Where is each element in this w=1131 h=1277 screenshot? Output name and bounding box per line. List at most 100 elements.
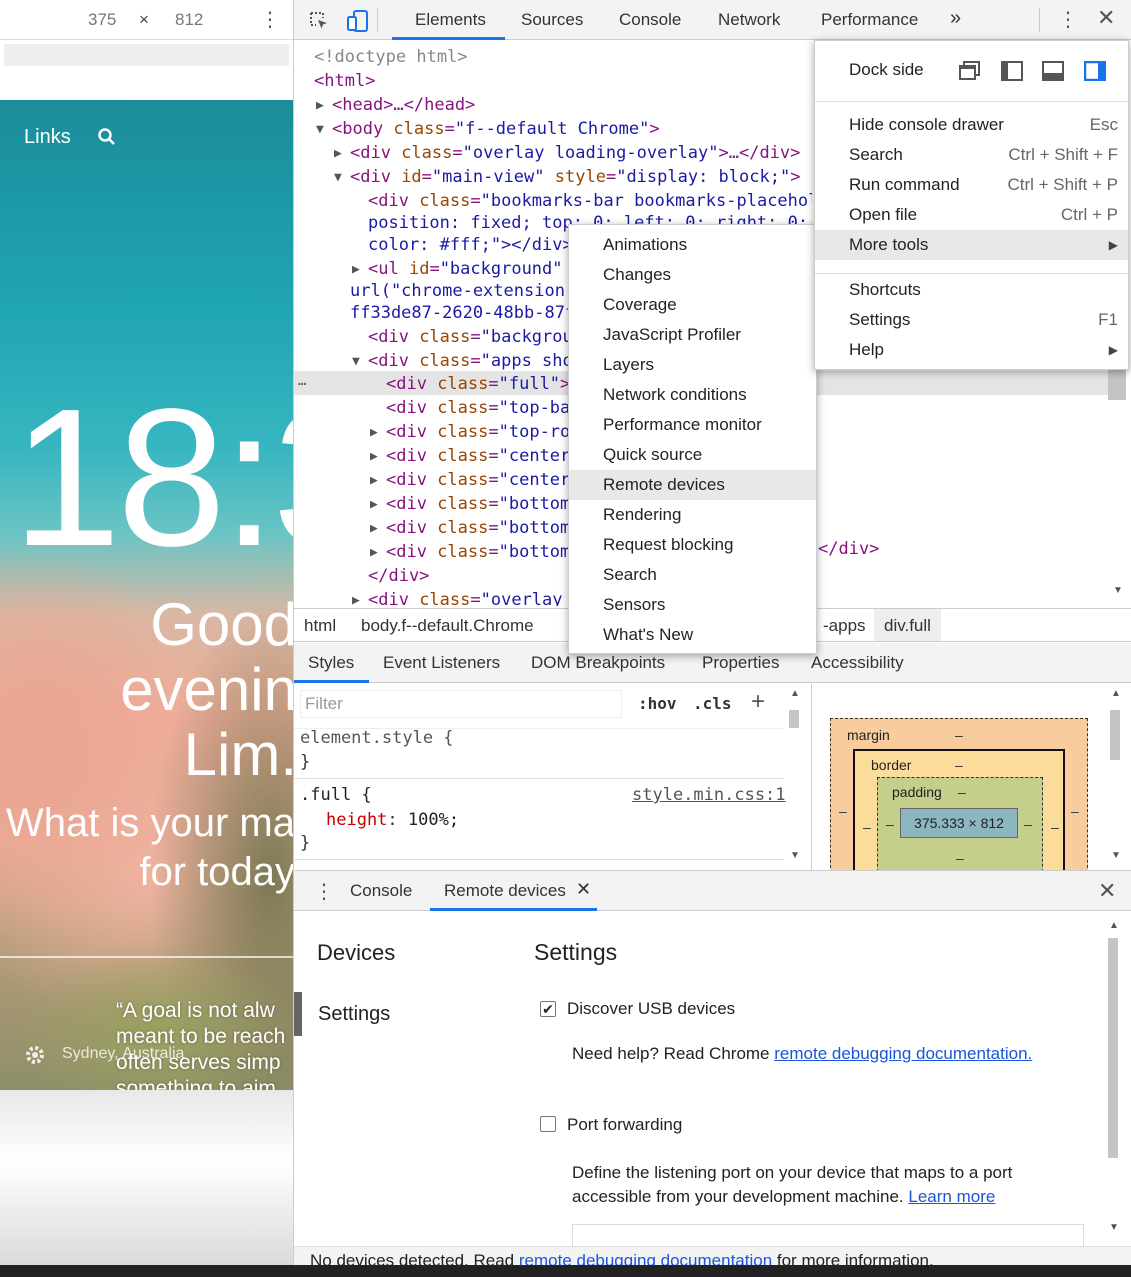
- menu-item-more-tools[interactable]: More tools ▶: [815, 230, 1128, 260]
- collapse-triangle-icon[interactable]: ▼: [352, 350, 360, 374]
- more-tools-item-sensors[interactable]: Sensors: [569, 590, 816, 620]
- dom-node-line[interactable]: <div class="full">: [386, 372, 570, 396]
- box-margin[interactable]: margin – – – border – – – padding – – – …: [830, 718, 1088, 870]
- port-forwarding-checkbox[interactable]: [540, 1116, 556, 1132]
- dom-node-line[interactable]: </div>: [368, 564, 429, 588]
- dom-node-line[interactable]: ff33de87-2620-48bb-87f: [350, 301, 575, 325]
- expand-triangle-icon[interactable]: ▶: [370, 493, 378, 517]
- more-tools-item-layers[interactable]: Layers: [569, 350, 816, 380]
- drawer-tab-console[interactable]: Console: [350, 881, 412, 901]
- dock-right-icon[interactable]: [1084, 61, 1106, 81]
- tab-dom-breakpoints[interactable]: DOM Breakpoints: [531, 653, 665, 673]
- dom-node-line[interactable]: ▶ <div class="center: [370, 468, 570, 492]
- more-tools-item-coverage[interactable]: Coverage: [569, 290, 816, 320]
- dom-node-line[interactable]: ▶ <div class="top-row: [370, 420, 581, 444]
- menu-item-run-command[interactable]: Run command Ctrl + Shift + P: [815, 170, 1128, 200]
- drawer-tab-remote-devices[interactable]: Remote devices: [444, 881, 566, 901]
- expand-triangle-icon[interactable]: ▶: [370, 541, 378, 565]
- close-devtools-icon[interactable]: ✕: [1097, 5, 1115, 31]
- hov-toggle[interactable]: :hov: [638, 694, 677, 713]
- expand-triangle-icon[interactable]: ▶: [334, 142, 342, 166]
- styles-scrollbar[interactable]: ▲ ▼: [789, 688, 800, 864]
- breadcrumb-html[interactable]: html: [304, 616, 336, 636]
- box-model-scrollbar[interactable]: ▲ ▼: [1110, 688, 1121, 864]
- device-height[interactable]: 812: [175, 10, 203, 30]
- collapse-triangle-icon[interactable]: ▼: [316, 118, 324, 142]
- dom-node-line[interactable]: ▶ <ul id="background": [352, 257, 563, 281]
- more-tools-item-performance-monitor[interactable]: Performance monitor: [569, 410, 816, 440]
- dom-node-line[interactable]: ▶ <div class="overlay: [352, 588, 563, 606]
- menu-item-settings[interactable]: Settings F1: [815, 305, 1128, 335]
- dom-node-line[interactable]: <div class="bookmarks-bar bookmarks-plac…: [368, 189, 812, 213]
- dom-node-line[interactable]: ▶ <div class="center: [370, 444, 570, 468]
- expand-triangle-icon[interactable]: ▶: [352, 589, 360, 606]
- remote-nav-devices[interactable]: Devices: [317, 940, 395, 966]
- styles-filter-input[interactable]: Filter: [300, 690, 622, 718]
- dom-node-line[interactable]: <!doctype html>: [314, 45, 468, 69]
- device-width[interactable]: 375: [88, 10, 116, 30]
- tab-properties[interactable]: Properties: [702, 653, 779, 673]
- search-icon[interactable]: [97, 127, 117, 147]
- more-tools-item-remote-devices[interactable]: Remote devices: [569, 470, 816, 500]
- expand-triangle-icon[interactable]: ▶: [370, 469, 378, 493]
- dom-node-line[interactable]: ▼ <div id="main-view" style="display: blo…: [334, 165, 800, 189]
- dom-scrollbar[interactable]: ▼: [1108, 370, 1126, 605]
- breadcrumb-div-full[interactable]: div.full: [874, 609, 941, 641]
- more-tools-item-what-s-new[interactable]: What's New: [569, 620, 816, 650]
- rule-source-link[interactable]: style.min.css:1: [632, 785, 786, 805]
- discover-usb-checkbox[interactable]: ✔: [540, 1001, 556, 1017]
- close-drawer-icon[interactable]: ✕: [1098, 878, 1116, 904]
- menu-item-help[interactable]: Help ▶: [815, 335, 1128, 365]
- tab-event-listeners[interactable]: Event Listeners: [383, 653, 500, 673]
- expand-triangle-icon[interactable]: ▶: [316, 94, 324, 118]
- dom-node-line[interactable]: <div class="top-bar: [386, 396, 581, 420]
- collapse-triangle-icon[interactable]: ▼: [334, 166, 342, 190]
- tab-styles[interactable]: Styles: [308, 653, 354, 673]
- inspect-element-icon[interactable]: [308, 10, 330, 32]
- box-padding[interactable]: padding – – – – 375.333 × 812: [877, 777, 1043, 870]
- tab-network[interactable]: Network: [718, 10, 780, 30]
- learn-more-link[interactable]: Learn more: [908, 1187, 995, 1206]
- tab-sources[interactable]: Sources: [521, 10, 583, 30]
- rule-declaration[interactable]: height: 100%;: [326, 810, 459, 830]
- box-border[interactable]: border – – – padding – – – – 375.333 × 8…: [853, 749, 1065, 870]
- device-more-icon[interactable]: ⋮: [260, 7, 280, 32]
- drawer-scrollbar[interactable]: ▲ ▼: [1108, 916, 1119, 1246]
- customize-menu-icon[interactable]: ⋮: [1058, 7, 1078, 32]
- dom-node-line[interactable]: ▼ <div class="apps sho: [352, 349, 573, 373]
- dom-node-line[interactable]: color: #fff;"></div>: [368, 233, 573, 257]
- menu-item-hide-console-drawer[interactable]: Hide console drawer Esc: [815, 110, 1128, 140]
- more-tools-item-animations[interactable]: Animations: [569, 230, 816, 260]
- expand-triangle-icon[interactable]: ▶: [370, 445, 378, 469]
- menu-item-open-file[interactable]: Open file Ctrl + P: [815, 200, 1128, 230]
- menu-item-shortcuts[interactable]: Shortcuts: [815, 275, 1128, 305]
- drawer-menu-icon[interactable]: ⋮: [314, 879, 334, 904]
- more-tools-item-request-blocking[interactable]: Request blocking: [569, 530, 816, 560]
- remote-debugging-doc-link[interactable]: remote debugging documentation.: [774, 1044, 1032, 1063]
- tab-console[interactable]: Console: [619, 10, 681, 30]
- dom-node-line[interactable]: ▶ <div class="bottom: [370, 492, 570, 516]
- menu-item-search[interactable]: Search Ctrl + Shift + F: [815, 140, 1128, 170]
- more-tools-item-quick-source[interactable]: Quick source: [569, 440, 816, 470]
- links-label[interactable]: Links: [24, 126, 71, 149]
- dom-node-line[interactable]: url("chrome-extension:: [350, 279, 575, 303]
- dock-bottom-icon[interactable]: [1042, 61, 1064, 81]
- more-tabs-icon[interactable]: »: [950, 7, 961, 30]
- more-tools-item-rendering[interactable]: Rendering: [569, 500, 816, 530]
- expand-triangle-icon[interactable]: ▶: [370, 421, 378, 445]
- dom-node-line[interactable]: ▼ <body class="f--default Chrome">: [316, 117, 660, 141]
- add-rule-icon[interactable]: +: [751, 688, 765, 716]
- more-tools-item-search[interactable]: Search: [569, 560, 816, 590]
- status-doc-link[interactable]: remote debugging documentation: [519, 1251, 772, 1265]
- dock-left-icon[interactable]: [1001, 61, 1023, 81]
- dock-undock-icon[interactable]: [959, 61, 981, 81]
- dom-node-line[interactable]: ▶ <div class="bottom-: [370, 540, 581, 564]
- dom-node-line[interactable]: ▶ <div class="bottom-: [370, 516, 581, 540]
- gear-icon[interactable]: [24, 1044, 46, 1066]
- tab-performance[interactable]: Performance: [821, 10, 918, 30]
- breadcrumb-body[interactable]: body.f--default.Chrome: [361, 616, 534, 636]
- breadcrumb-apps[interactable]: -apps: [823, 616, 866, 636]
- dom-node-line[interactable]: <html>: [314, 69, 375, 93]
- dom-node-line[interactable]: <div class="backgrou: [368, 325, 573, 349]
- dom-node-line[interactable]: ▶ <div class="overlay loading-overlay">…<…: [334, 141, 800, 165]
